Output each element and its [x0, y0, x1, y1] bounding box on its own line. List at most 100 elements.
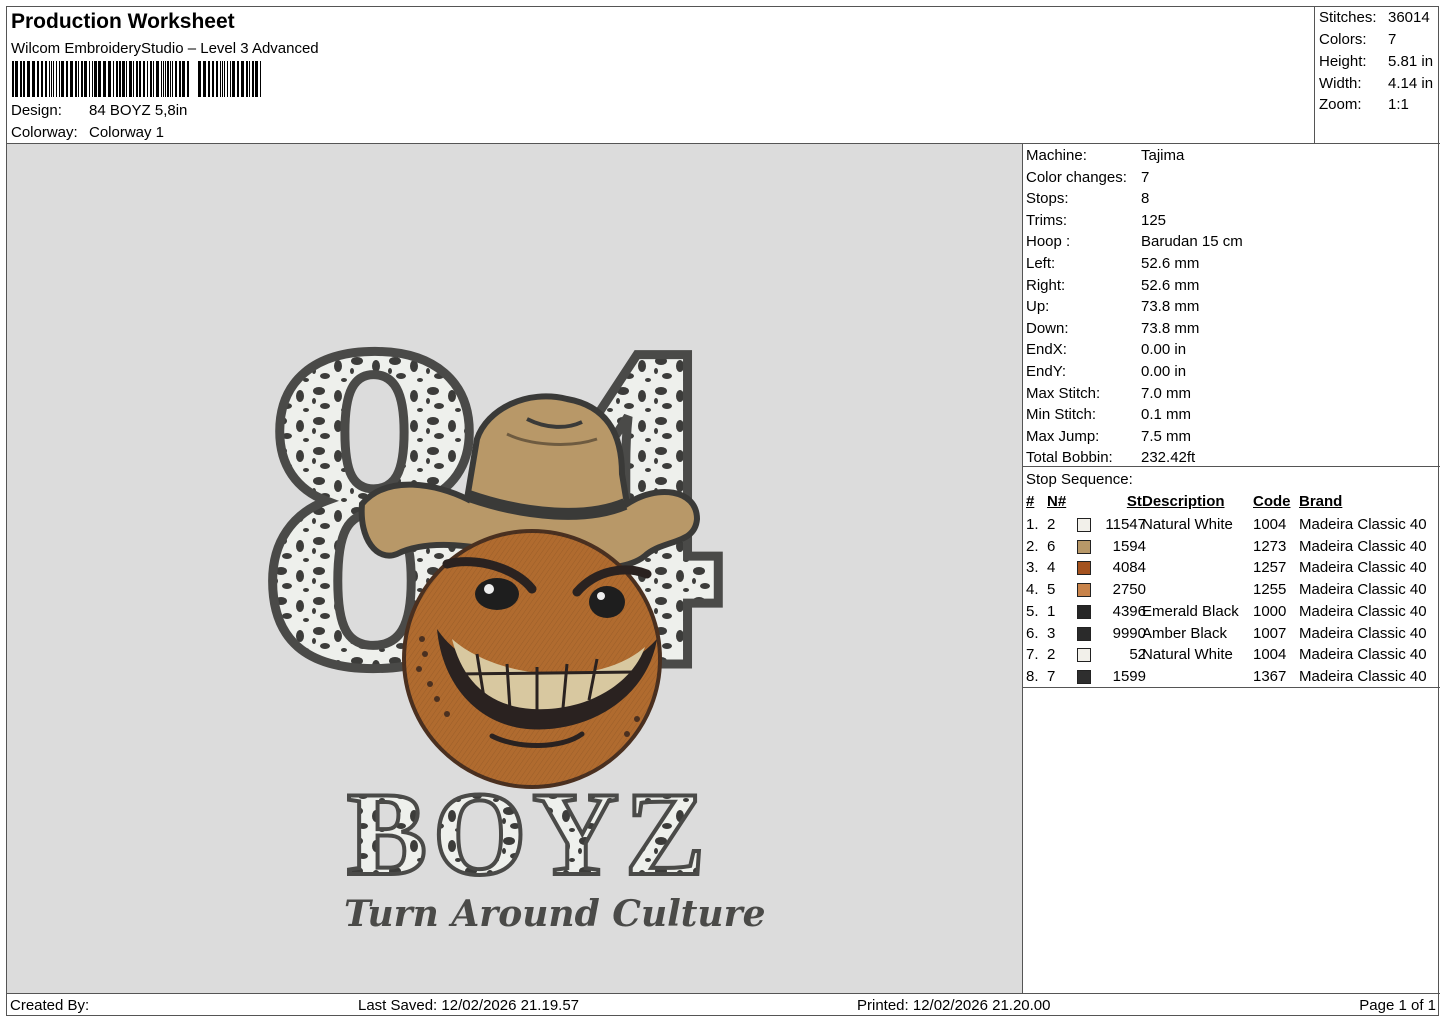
barcode-bar	[129, 61, 132, 97]
info-value: 7	[1141, 168, 1150, 186]
stitches-value: 36014	[1388, 9, 1430, 26]
info-value: 73.8 mm	[1141, 319, 1200, 337]
info-label: Right:	[1026, 276, 1066, 294]
colors-label: Colors:	[1319, 31, 1367, 48]
barcode-bar	[126, 61, 127, 97]
barcode-bar	[260, 61, 261, 97]
thread-color-swatch	[1077, 648, 1091, 663]
barcode-bar	[170, 61, 171, 97]
stop-row: 4. 5 2750 1255 Madeira Classic 40	[1023, 579, 1440, 600]
info-row: Total Bobbin: 232.42ft	[1026, 449, 1195, 466]
info-row: EndX: 0.00 in	[1026, 341, 1186, 358]
info-row: Max Stitch: 7.0 mm	[1026, 385, 1191, 402]
boyz-text: BOYZ	[347, 767, 711, 900]
info-value: 8	[1141, 190, 1150, 208]
stop-stitches: 9990	[1112, 624, 1146, 642]
stop-stitches: 4084	[1112, 559, 1146, 577]
stop-sequence-title: Stop Sequence:	[1026, 471, 1133, 488]
design-row: Design: 84 BOYZ 5,8in	[11, 102, 187, 119]
width-row: Width: 4.14 in	[1319, 75, 1433, 92]
stop-index: 6.	[1026, 624, 1039, 642]
barcode-bar	[61, 61, 64, 97]
info-label: Max Stitch:	[1026, 384, 1101, 402]
barcode-bar	[163, 61, 164, 97]
barcode-bar	[252, 61, 254, 97]
info-label: Hoop :	[1026, 233, 1071, 251]
barcode-bar	[241, 61, 244, 97]
thread-color-swatch	[1077, 626, 1091, 641]
barcode-bar	[51, 61, 52, 97]
barcode-bar	[66, 61, 68, 97]
barcode-bar	[78, 61, 79, 97]
stop-needle: 2	[1047, 646, 1056, 664]
barcode-bar	[122, 61, 125, 97]
stop-row: 1. 2 11547 Natural White 1004 Madeira Classic…	[1023, 514, 1440, 535]
barcode-bar	[150, 61, 152, 97]
thread-color-swatch	[1077, 518, 1091, 532]
info-value: 0.00 in	[1141, 363, 1187, 380]
thread-code: 1000	[1253, 602, 1287, 620]
page-number: Page 1 of 1	[1359, 997, 1436, 1014]
thread-brand: Madeira Classic 40	[1299, 559, 1427, 577]
stop-needle: 2	[1047, 516, 1056, 533]
stop-index: 4.	[1026, 581, 1039, 599]
barcode-bar	[153, 61, 154, 97]
thread-brand: Madeira Classic 40	[1299, 581, 1427, 599]
thread-color-swatch	[1077, 583, 1091, 598]
barcode-bar	[167, 61, 169, 97]
col-needle: N#	[1047, 493, 1067, 510]
thread-color-swatch	[1077, 604, 1091, 619]
barcode-bar	[227, 61, 228, 97]
stop-stitches: 11547	[1105, 516, 1146, 533]
printed-date: Printed: 12/02/2026 21.20.00	[857, 997, 1051, 1014]
col-description: Description	[1142, 493, 1225, 510]
stop-index: 7.	[1026, 646, 1039, 664]
stop-needle: 1	[1047, 602, 1056, 620]
barcode-bar	[92, 61, 93, 97]
zoom-label: Zoom:	[1319, 96, 1362, 113]
barcode-bar	[232, 61, 235, 97]
barcode-bar	[98, 61, 101, 97]
stop-index: 8.	[1026, 667, 1039, 685]
colors-value: 7	[1388, 31, 1397, 48]
thread-color-swatch	[1077, 539, 1091, 554]
info-value: Barudan 15 cm	[1141, 233, 1243, 251]
colors-row: Colors: 7	[1319, 31, 1396, 48]
barcode-bar	[182, 61, 185, 97]
barcode-bar	[147, 61, 148, 97]
barcode-bar	[246, 61, 248, 97]
height-label: Height:	[1319, 53, 1367, 70]
barcode-bar	[212, 61, 214, 97]
stop-index: 1.	[1026, 516, 1039, 533]
stop-index: 2.	[1026, 537, 1039, 555]
info-value: 232.42ft	[1141, 449, 1196, 467]
thread-code: 1257	[1253, 559, 1287, 577]
col-index: #	[1026, 493, 1035, 510]
barcode-bar	[156, 61, 159, 97]
barcode-bar	[23, 61, 25, 97]
thread-code: 1007	[1253, 624, 1287, 642]
info-label: Up:	[1026, 298, 1050, 316]
stop-stitches: 4396	[1112, 602, 1146, 620]
design-value: 84 BOYZ 5,8in	[89, 102, 188, 119]
design-summary: Stitches: 36014 Colors: 7 Height: 5.81 in W…	[1314, 7, 1440, 143]
barcode-bar	[81, 61, 83, 97]
stop-needle: 5	[1047, 581, 1056, 599]
barcode-bar	[75, 61, 77, 97]
barcode-bar	[113, 61, 114, 97]
tagline-text: Turn Around Culture	[344, 893, 765, 935]
barcode-bar	[15, 61, 18, 97]
stop-stitches: 2750	[1112, 581, 1146, 599]
stop-description: Amber Black	[1142, 624, 1228, 642]
col-code: Code	[1253, 493, 1291, 510]
barcode-bar	[49, 61, 50, 97]
stop-index: 3.	[1026, 559, 1039, 577]
barcode-bar	[143, 61, 145, 97]
stop-row: 8. 7 1599 1367 Madeira Classic 40	[1023, 666, 1440, 687]
barcode-bar	[12, 61, 14, 97]
stitches-label: Stitches:	[1319, 9, 1377, 26]
barcode-bar	[59, 61, 60, 97]
info-row: Hoop : Barudan 15 cm	[1026, 233, 1243, 250]
info-label: Left:	[1026, 255, 1056, 272]
design-preview[interactable]: 84	[7, 144, 1023, 993]
